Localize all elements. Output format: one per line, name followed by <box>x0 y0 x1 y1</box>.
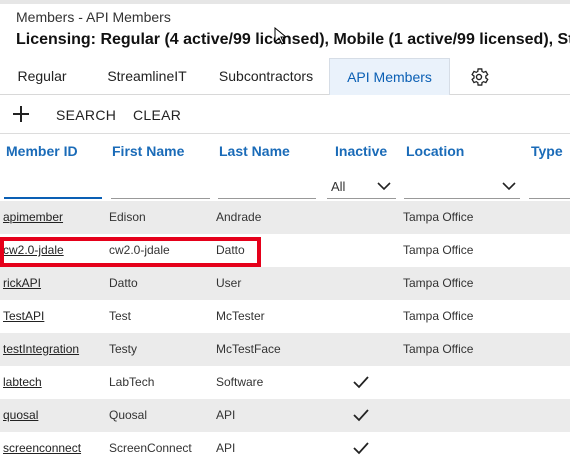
column-header-location[interactable]: Location <box>406 143 464 159</box>
last-name-cell: Datto <box>216 243 245 257</box>
last-name-cell: API <box>216 441 236 455</box>
last-name-filter-input[interactable] <box>218 175 316 199</box>
location-filter-select[interactable] <box>404 175 520 199</box>
table-row[interactable]: labtech LabTech Software <box>0 366 570 399</box>
first-name-cell: cw2.0-jdale <box>109 243 170 257</box>
member-id-link[interactable]: cw2.0-jdale <box>3 243 64 257</box>
first-name-cell: Quosal <box>109 408 148 422</box>
clear-button[interactable]: CLEAR <box>133 107 181 123</box>
tab-regular[interactable]: Regular <box>0 58 84 95</box>
column-header-member-id[interactable]: Member ID <box>6 143 78 159</box>
member-id-link[interactable]: labtech <box>3 375 42 389</box>
location-cell: Tampa Office <box>403 276 474 290</box>
last-name-cell: McTester <box>216 309 265 323</box>
gear-icon[interactable] <box>468 66 490 88</box>
mouse-cursor-icon <box>274 27 286 45</box>
location-cell: Tampa Office <box>403 309 474 323</box>
member-id-link[interactable]: testIntegration <box>3 342 79 356</box>
table-row[interactable]: quosal Quosal API <box>0 399 570 432</box>
location-cell: Tampa Office <box>403 243 474 257</box>
toolbar: SEARCH CLEAR <box>0 96 570 134</box>
location-cell: Tampa Office <box>403 342 474 356</box>
type-filter-select[interactable] <box>529 175 570 199</box>
inactive-filter-value: All <box>331 179 346 194</box>
table-row[interactable]: testIntegration Testy McTestFace Tampa O… <box>0 333 570 366</box>
table-row[interactable]: TestAPI Test McTester Tampa Office <box>0 300 570 333</box>
inactive-check-icon <box>353 409 369 422</box>
inactive-filter-select[interactable]: All <box>327 175 396 199</box>
breadcrumb: Members - API Members <box>16 9 171 25</box>
first-name-cell: Datto <box>109 276 138 290</box>
last-name-cell: API <box>216 408 236 422</box>
member-id-link[interactable]: TestAPI <box>3 309 44 323</box>
member-id-link[interactable]: quosal <box>3 408 38 422</box>
table-row[interactable]: cw2.0-jdale cw2.0-jdale Datto Tampa Offi… <box>0 234 570 267</box>
first-name-filter-input[interactable] <box>111 175 210 199</box>
tab-subcontractors[interactable]: Subcontractors <box>207 58 325 95</box>
table-row[interactable]: rickAPI Datto User Tampa Office <box>0 267 570 300</box>
plus-icon[interactable] <box>10 103 32 125</box>
column-header-type[interactable]: Type <box>531 143 563 159</box>
member-id-filter-input[interactable] <box>4 175 102 199</box>
member-id-link[interactable]: apimember <box>3 210 63 224</box>
last-name-cell: Andrade <box>216 210 262 224</box>
tab-bar: Regular StreamlineIT Subcontractors API … <box>0 58 570 95</box>
licensing-summary: Licensing: Regular (4 active/99 licensed… <box>16 31 570 48</box>
last-name-cell: User <box>216 276 242 290</box>
column-header-last-name[interactable]: Last Name <box>219 143 290 159</box>
last-name-cell: Software <box>216 375 264 389</box>
table-row[interactable]: screenconnect ScreenConnect API <box>0 432 570 465</box>
last-name-cell: McTestFace <box>216 342 281 356</box>
first-name-cell: Test <box>109 309 132 323</box>
first-name-cell: LabTech <box>109 375 155 389</box>
tab-streamlineit[interactable]: StreamlineIT <box>88 58 206 95</box>
column-header-inactive[interactable]: Inactive <box>335 143 387 159</box>
first-name-cell: Testy <box>109 342 138 356</box>
chevron-down-icon <box>502 182 516 191</box>
first-name-cell: ScreenConnect <box>109 441 192 455</box>
tab-api-members[interactable]: API Members <box>329 58 450 95</box>
location-cell: Tampa Office <box>403 210 474 224</box>
member-id-link[interactable]: rickAPI <box>3 276 41 290</box>
first-name-cell: Edison <box>109 210 146 224</box>
inactive-check-icon <box>353 376 369 389</box>
member-id-link[interactable]: screenconnect <box>3 441 81 455</box>
chevron-down-icon <box>377 182 391 191</box>
table-row[interactable]: apimember Edison Andrade Tampa Office <box>0 201 570 234</box>
inactive-check-icon <box>353 442 369 455</box>
column-header-first-name[interactable]: First Name <box>112 143 184 159</box>
search-button[interactable]: SEARCH <box>56 107 116 123</box>
window-top-strip <box>0 0 570 4</box>
